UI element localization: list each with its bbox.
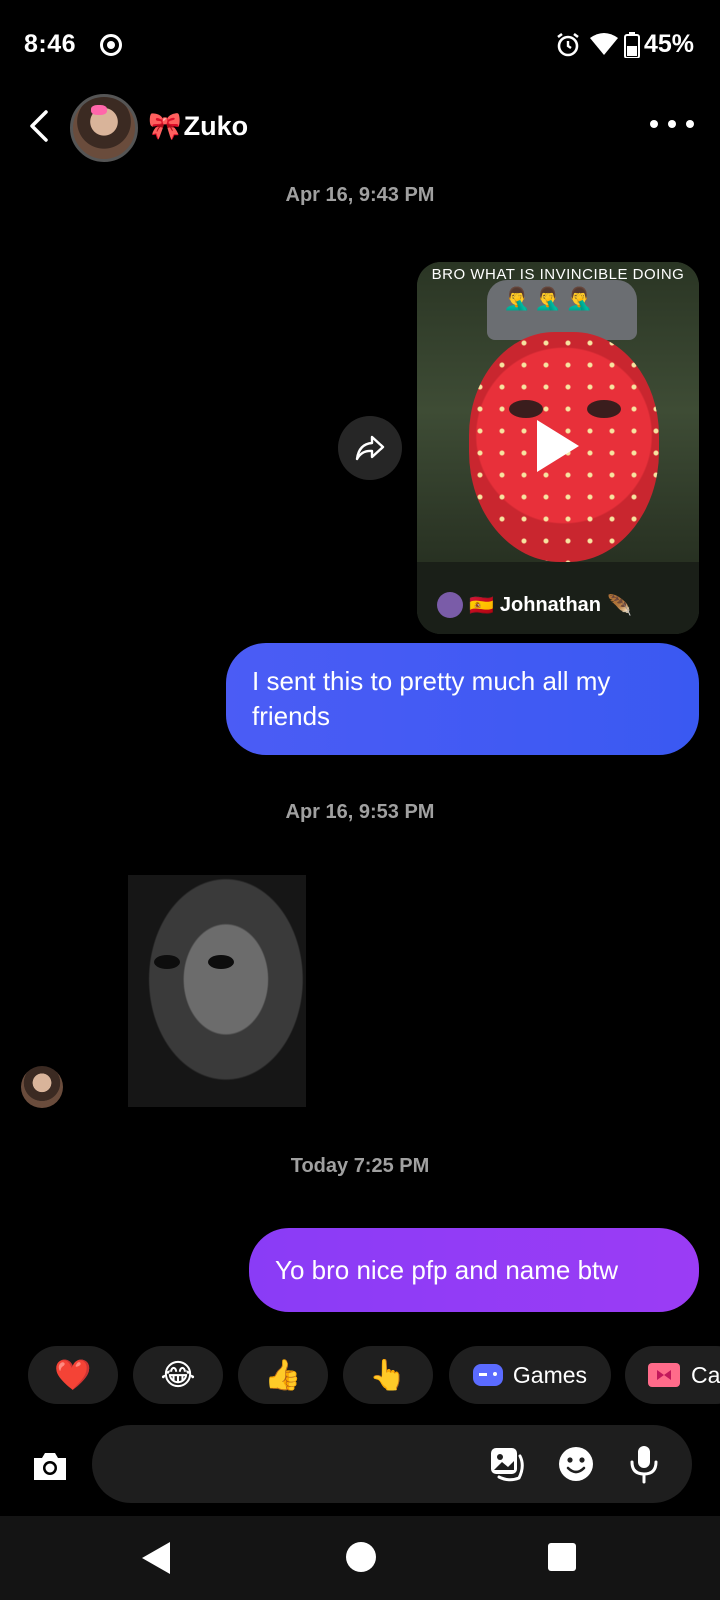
message-input[interactable] bbox=[116, 1443, 476, 1485]
ribbon-icon: 🎀 bbox=[148, 111, 182, 141]
nav-recents-icon[interactable] bbox=[548, 1543, 576, 1571]
timestamp: Today 7:25 PM bbox=[290, 1155, 430, 1177]
wifi-icon bbox=[590, 33, 618, 55]
message-composer bbox=[92, 1425, 692, 1503]
camera-button[interactable] bbox=[24, 1440, 76, 1492]
gamepad-icon bbox=[472, 1364, 503, 1386]
more-options-icon[interactable] bbox=[650, 114, 694, 134]
quick-thumbs-up[interactable]: 👍 bbox=[238, 1346, 328, 1404]
author-suffix: 🪶 bbox=[607, 594, 632, 617]
screen-record-icon bbox=[100, 34, 122, 56]
nav-back-icon[interactable] bbox=[142, 1542, 170, 1574]
games-button[interactable]: Games bbox=[449, 1346, 611, 1404]
received-image[interactable] bbox=[128, 875, 306, 1107]
alarm-icon bbox=[557, 32, 579, 57]
timestamp: Apr 16, 9:53 PM bbox=[285, 801, 435, 823]
nav-home-icon[interactable] bbox=[346, 1542, 376, 1572]
message-text: Yo bro nice pfp and name btw bbox=[275, 1254, 619, 1285]
contact-name[interactable]: 🎀Zuko bbox=[148, 110, 248, 142]
microphone-icon bbox=[630, 1446, 658, 1484]
sender-avatar[interactable] bbox=[21, 1066, 63, 1108]
author-name: Johnathan bbox=[499, 593, 602, 616]
avatar-bow bbox=[91, 105, 107, 115]
video-author: 🇪🇸 Johnathan 🪶 bbox=[437, 592, 632, 618]
shared-video[interactable]: BRO WHAT IS INVINCIBLE DOING 🤦‍♂️🤦‍♂️🤦‍♂… bbox=[417, 262, 699, 634]
chat-header: 🎀Zuko bbox=[0, 90, 720, 170]
battery-icon bbox=[624, 32, 640, 58]
battery-percentage: 45% bbox=[644, 30, 695, 58]
contact-avatar[interactable] bbox=[70, 94, 138, 162]
sent-message[interactable]: I sent this to pretty much all my friend… bbox=[226, 643, 699, 755]
ca-button[interactable]: Ca bbox=[625, 1346, 720, 1404]
share-arrow-icon bbox=[355, 435, 385, 461]
back-arrow-icon[interactable] bbox=[22, 106, 58, 146]
status-time: 8:46 bbox=[24, 30, 77, 58]
system-navigation-bar bbox=[0, 1516, 720, 1600]
message-text: I sent this to pretty much all my friend… bbox=[252, 666, 611, 731]
video-caption: BRO WHAT IS INVINCIBLE DOING bbox=[431, 266, 685, 283]
share-button[interactable] bbox=[338, 416, 402, 480]
games-label: Games bbox=[512, 1361, 588, 1388]
ca-label: Ca bbox=[691, 1361, 720, 1388]
play-icon[interactable] bbox=[537, 420, 579, 472]
gallery-icon bbox=[491, 1448, 524, 1482]
author-flag: 🇪🇸 bbox=[469, 594, 494, 617]
video-caption-emojis: 🤦‍♂️🤦‍♂️🤦‍♂️ bbox=[503, 286, 598, 311]
gallery-button[interactable] bbox=[486, 1442, 530, 1486]
timestamp: Apr 16, 9:43 PM bbox=[285, 184, 435, 206]
quick-heart[interactable]: ❤️ bbox=[28, 1346, 118, 1404]
quick-reactions-bar: ❤️ 😂 👍 👆 Games Ca bbox=[0, 1346, 720, 1404]
ribbon-box-icon bbox=[648, 1363, 680, 1387]
sent-message[interactable]: Yo bro nice pfp and name btw bbox=[249, 1228, 699, 1312]
microphone-button[interactable] bbox=[622, 1442, 666, 1486]
quick-point-up[interactable]: 👆 bbox=[343, 1346, 433, 1404]
quick-laugh[interactable]: 😂 bbox=[133, 1346, 223, 1404]
status-bar: 8:46 45% bbox=[0, 0, 720, 90]
sticker-icon bbox=[559, 1447, 593, 1481]
contact-name-text: Zuko bbox=[183, 111, 249, 141]
sticker-button[interactable] bbox=[554, 1442, 598, 1486]
camera-icon bbox=[34, 1453, 66, 1480]
author-avatar bbox=[437, 592, 463, 618]
